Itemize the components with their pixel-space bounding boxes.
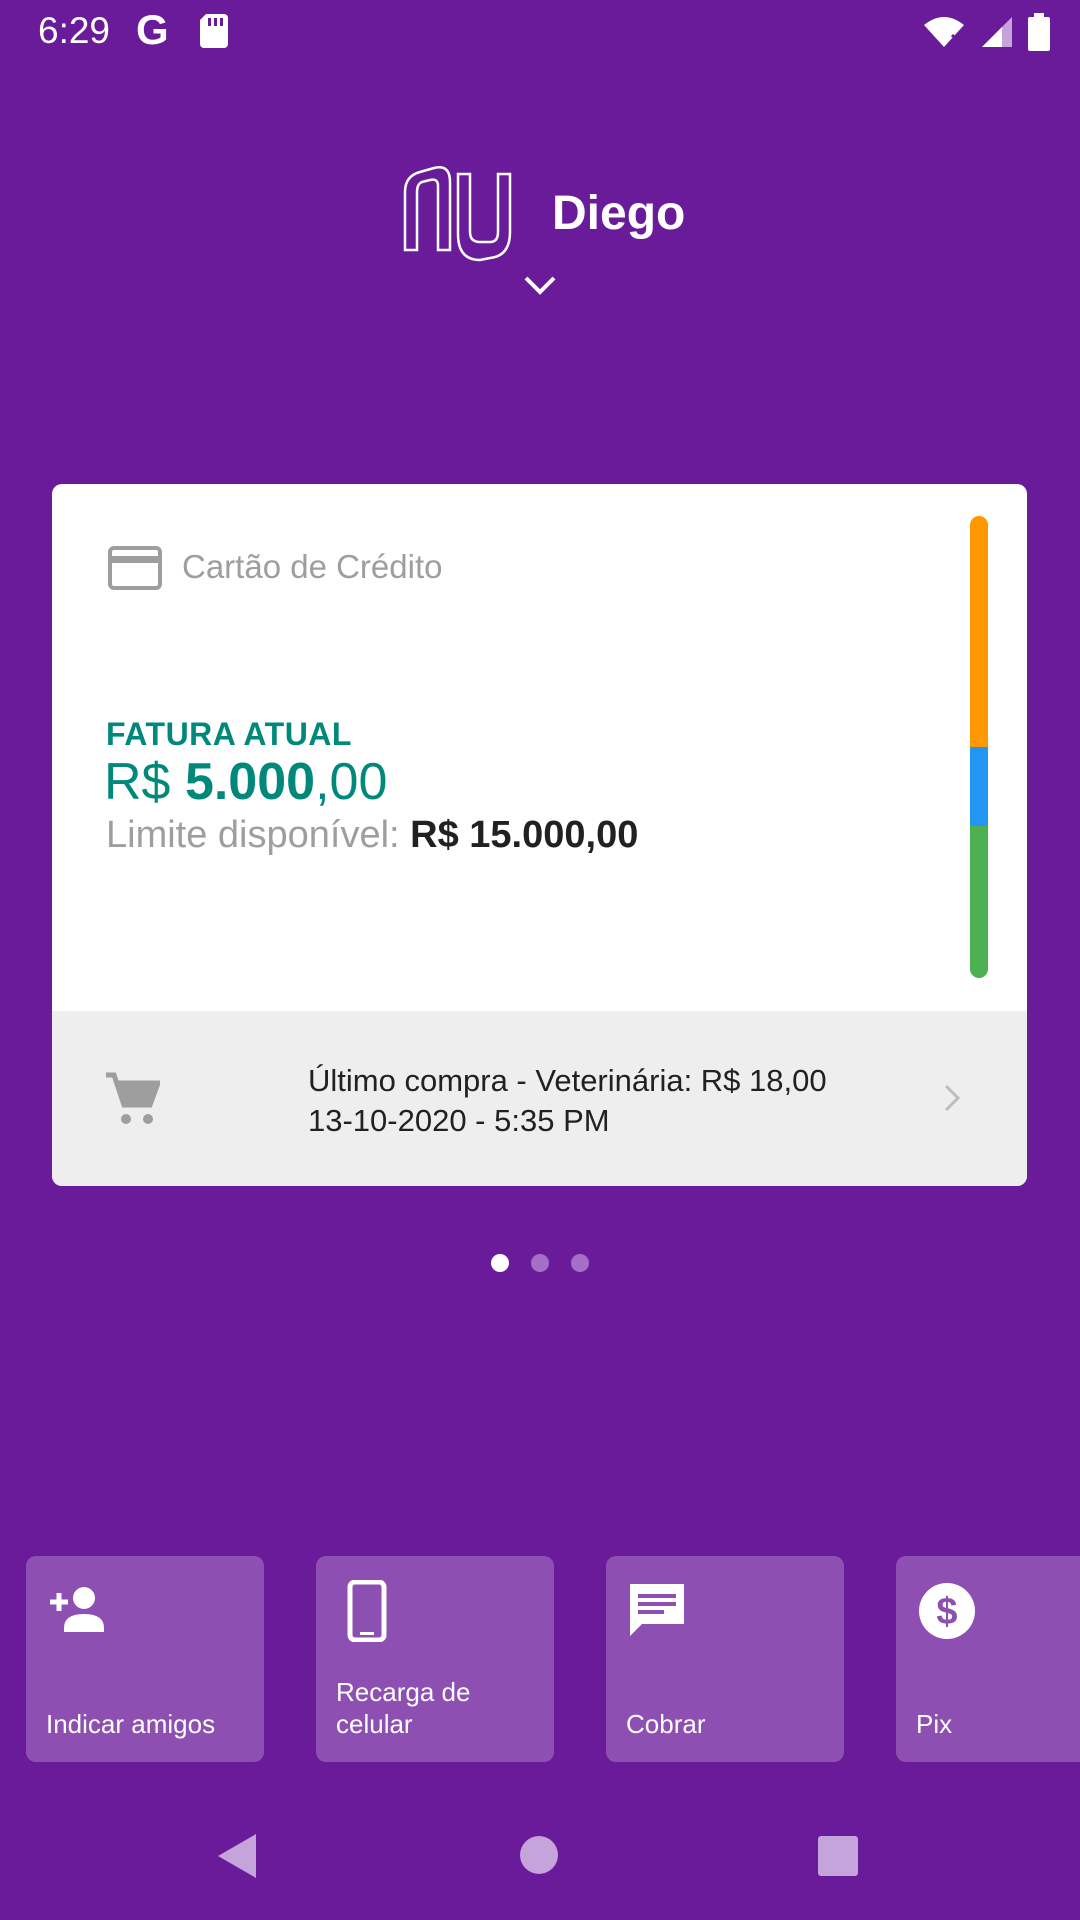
shortcuts-row[interactable]: Indicar amigos Recarga de celular Cobrar… xyxy=(26,1556,1080,1762)
credit-card-widget[interactable]: Cartão de Crédito FATURA ATUAL R$ 5.000,… xyxy=(52,484,1027,1186)
google-icon: G xyxy=(136,6,169,53)
shortcut-recarga-celular[interactable]: Recarga de celular xyxy=(316,1556,554,1762)
limit-usage-bar xyxy=(970,516,988,978)
bill-title: FATURA ATUAL xyxy=(106,716,352,752)
pager-dot[interactable] xyxy=(571,1254,589,1272)
card-summary[interactable]: Cartão de Crédito FATURA ATUAL R$ 5.000,… xyxy=(52,484,1027,1011)
add-person-icon xyxy=(50,1587,104,1632)
shortcut-label: Recarga de celular xyxy=(336,1677,471,1739)
last-purchase-date: 13-10-2020 - 5:35 PM xyxy=(308,1103,610,1138)
bar-segment-orange xyxy=(970,516,988,747)
last-purchase-description: Último compra - Veterinária: R$ 18,00 xyxy=(308,1063,827,1098)
available-limit: Limite disponível: R$ 15.000,00 xyxy=(106,814,638,857)
svg-text:$: $ xyxy=(936,1591,957,1633)
message-icon xyxy=(630,1584,684,1636)
smartphone-icon xyxy=(347,1580,387,1642)
account-header[interactable]: Diego xyxy=(0,150,1080,320)
shortcut-label: Cobrar xyxy=(626,1709,706,1739)
system-nav-bar xyxy=(0,1800,1080,1920)
credit-card-icon xyxy=(108,546,162,590)
bill-amount-int: 5.000 xyxy=(184,753,316,811)
home-icon[interactable] xyxy=(520,1836,558,1874)
shopping-cart-icon xyxy=(106,1072,160,1124)
shortcut-indicar-amigos[interactable]: Indicar amigos xyxy=(26,1556,264,1762)
signal-icon xyxy=(982,17,1012,47)
wifi-icon xyxy=(924,17,964,47)
back-icon[interactable] xyxy=(216,1832,260,1880)
battery-icon xyxy=(1028,13,1050,51)
card-type-label: Cartão de Crédito xyxy=(182,548,443,585)
pager-dot[interactable] xyxy=(531,1254,549,1272)
sd-card-icon xyxy=(200,14,228,48)
shortcut-pix[interactable]: $ Pix xyxy=(896,1556,1080,1762)
limit-value: R$ 15.000,00 xyxy=(410,814,639,856)
dollar-circle-icon: $ xyxy=(919,1583,975,1639)
bar-segment-blue xyxy=(970,747,988,826)
chevron-down-icon[interactable] xyxy=(520,272,560,298)
pager-indicator xyxy=(0,1254,1080,1272)
limit-label: Limite disponível: xyxy=(106,814,400,856)
recent-apps-icon[interactable] xyxy=(818,1836,858,1876)
bill-amount-dec: ,00 xyxy=(315,753,388,811)
status-time: 6:29 xyxy=(38,10,111,51)
bar-segment-green xyxy=(970,825,988,978)
status-bar: 6:29 G xyxy=(0,0,1080,64)
user-name: Diego xyxy=(552,187,686,240)
chevron-right-icon[interactable] xyxy=(943,1083,961,1113)
shortcut-label: Indicar amigos xyxy=(46,1709,216,1739)
pager-dot[interactable] xyxy=(491,1254,509,1272)
bill-currency: R$ xyxy=(104,753,171,811)
nubank-logo xyxy=(403,166,512,262)
last-purchase-row[interactable]: Último compra - Veterinária: R$ 18,00 13… xyxy=(52,1011,1027,1186)
bill-amount: R$ 5.000,00 xyxy=(104,752,387,812)
shortcut-label: Pix xyxy=(916,1709,953,1739)
shortcut-cobrar[interactable]: Cobrar xyxy=(606,1556,844,1762)
